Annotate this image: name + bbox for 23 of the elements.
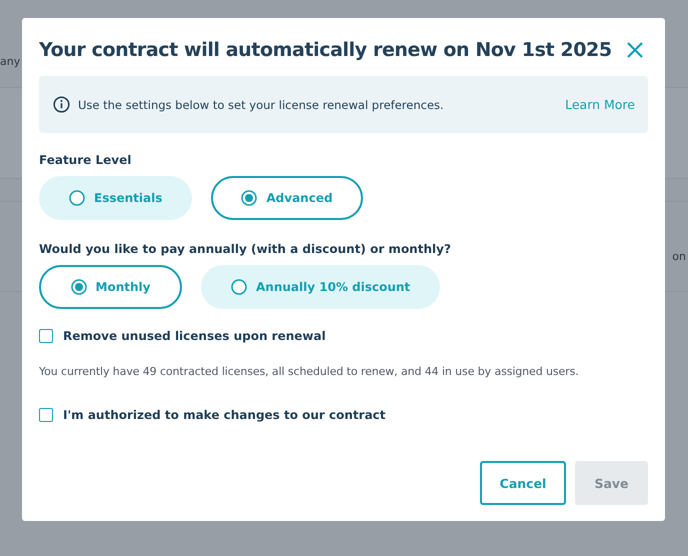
option-button[interactable]: Essentials xyxy=(39,176,192,220)
license-note: You currently have 49 contracted licenses, all scheduled to renew, and 44 in use by assigned users. xyxy=(39,365,580,378)
radio-icon xyxy=(69,190,85,206)
info-text: Use the settings below to set your license renewal preferences. xyxy=(78,98,445,112)
radio-icon xyxy=(70,279,87,295)
option-button[interactable]: Monthly xyxy=(39,265,182,309)
checkbox[interactable] xyxy=(39,408,53,422)
info-icon xyxy=(53,96,70,113)
checkbox-label: Remove unused licenses upon renewal xyxy=(63,329,326,343)
page-text: on xyxy=(672,250,686,263)
question-label: Feature Level xyxy=(39,153,132,167)
radio-icon xyxy=(241,190,258,206)
learn-more-link[interactable]: Learn More xyxy=(565,97,635,112)
dialog-title: Your contract will automatically renew on Nov 1st 2025 xyxy=(39,39,612,61)
question-label: Would you like to pay annually (with a discount) or monthly? xyxy=(39,242,452,256)
cancel-button[interactable]: Cancel xyxy=(480,461,566,505)
option-button[interactable]: Advanced xyxy=(211,176,363,220)
checkbox[interactable] xyxy=(39,329,53,343)
radio-icon xyxy=(231,279,247,295)
checkbox-label: I'm authorized to make changes to our contract xyxy=(63,408,386,422)
page-text: any xyxy=(0,55,20,68)
close-icon[interactable] xyxy=(627,42,643,58)
option-button[interactable]: Annually 10% discount xyxy=(201,265,440,309)
